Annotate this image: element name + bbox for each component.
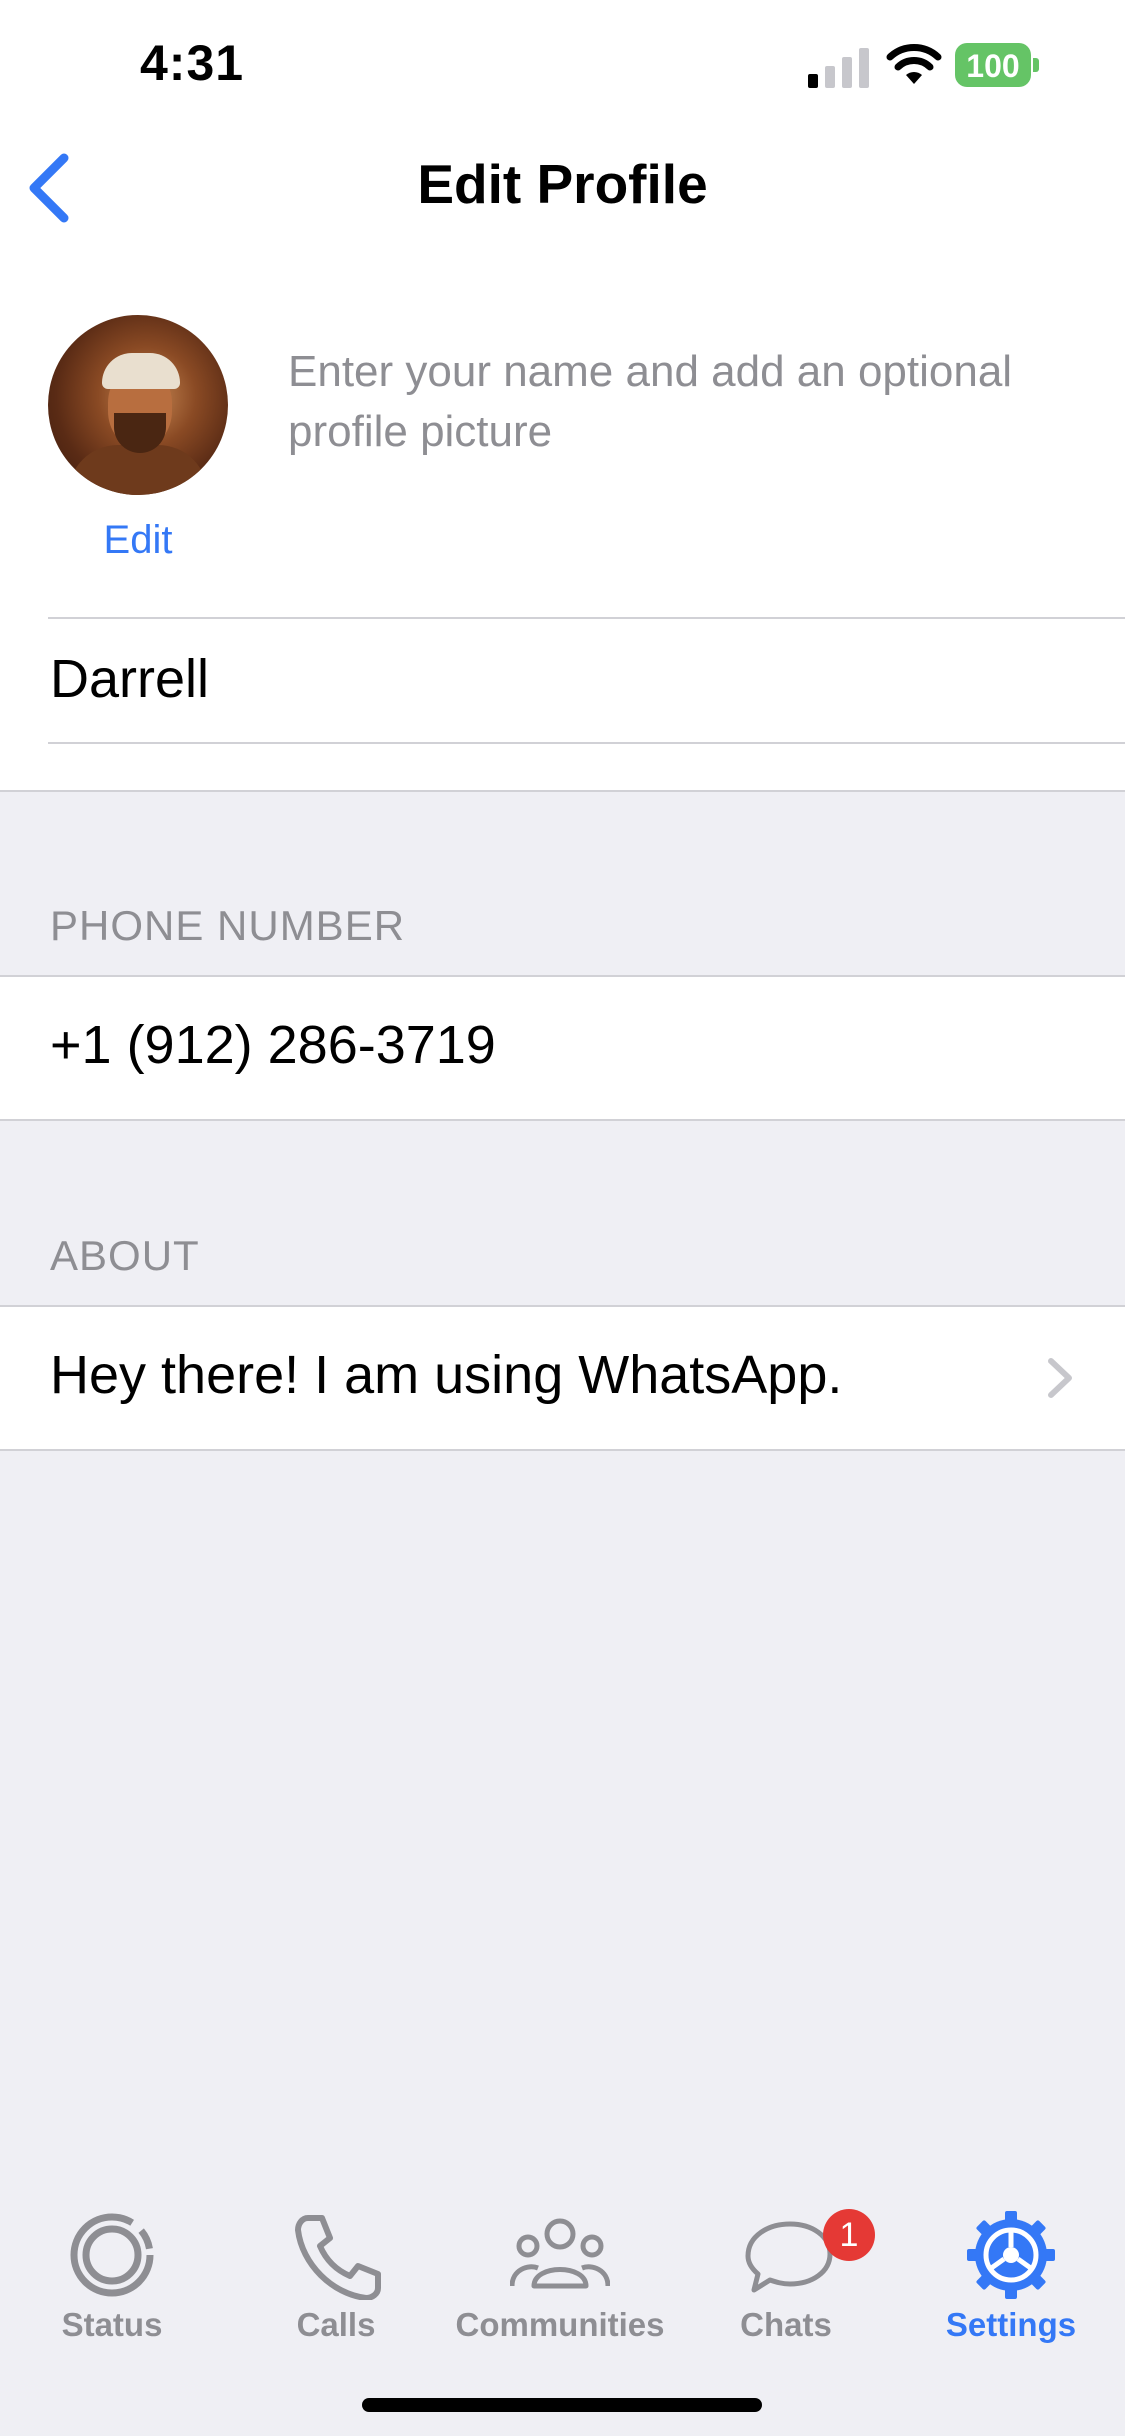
- divider: [0, 1449, 1125, 1451]
- phone-icon: [295, 2215, 381, 2300]
- tab-label: Chats: [740, 2306, 832, 2343]
- home-indicator: [362, 2398, 762, 2412]
- name-field[interactable]: Darrell: [50, 648, 209, 710]
- communities-icon: [510, 2218, 610, 2289]
- profile-hint: Enter your name and add an optional prof…: [288, 347, 1013, 456]
- unread-badge: 1: [823, 2209, 875, 2261]
- tab-label: Settings: [945, 2306, 1077, 2343]
- about-text[interactable]: Hey there! I am using WhatsApp.: [50, 1344, 842, 1406]
- battery-icon: 100: [955, 43, 1041, 87]
- chats-icon: [745, 2221, 833, 2293]
- tab-label: Calls: [296, 2306, 376, 2343]
- status-icon: [70, 2213, 154, 2297]
- tab-calls[interactable]: Calls: [226, 2210, 446, 2350]
- tab-settings[interactable]: Settings: [901, 2210, 1121, 2350]
- wifi-icon: [886, 44, 942, 84]
- page-title: Edit Profile: [417, 153, 708, 215]
- divider: [0, 1119, 1125, 1121]
- chevron-right-icon: [1048, 1358, 1072, 1398]
- divider: [48, 742, 1125, 744]
- cellular-signal-icon: [808, 48, 869, 88]
- tab-communities[interactable]: Communities: [450, 2210, 670, 2350]
- divider: [48, 617, 1125, 619]
- phone-number: +1 (912) 286-3719: [50, 1015, 496, 1075]
- avatar[interactable]: [48, 315, 228, 495]
- tab-status[interactable]: Status: [2, 2210, 222, 2350]
- battery-percent: 100: [966, 48, 1020, 84]
- edit-photo-button[interactable]: Edit: [48, 518, 228, 563]
- settings-icon: [967, 2211, 1055, 2299]
- tab-label: Status: [61, 2306, 163, 2343]
- divider: [0, 790, 1125, 792]
- status-time: 4:31: [140, 35, 245, 91]
- phone-section-header: PHONE NUMBER: [50, 902, 406, 949]
- tab-label: Communities: [455, 2306, 665, 2343]
- about-section-header: ABOUT: [50, 1232, 200, 1279]
